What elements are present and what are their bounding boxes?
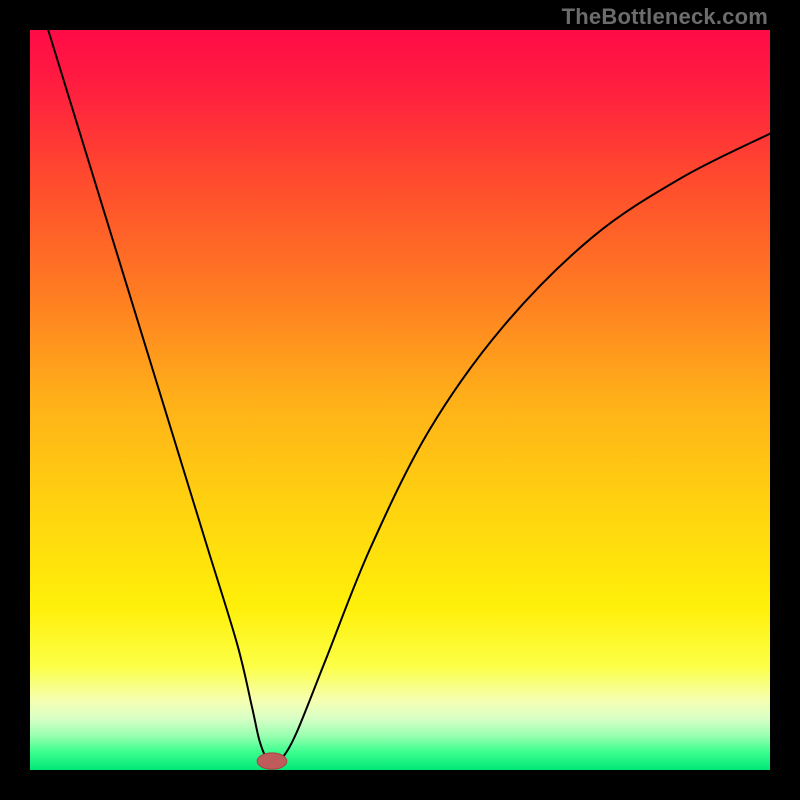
minimum-marker (257, 753, 287, 769)
gradient-background (30, 30, 770, 770)
chart-frame: TheBottleneck.com (0, 0, 800, 800)
watermark-text: TheBottleneck.com (562, 4, 768, 30)
bottleneck-chart (30, 30, 770, 770)
